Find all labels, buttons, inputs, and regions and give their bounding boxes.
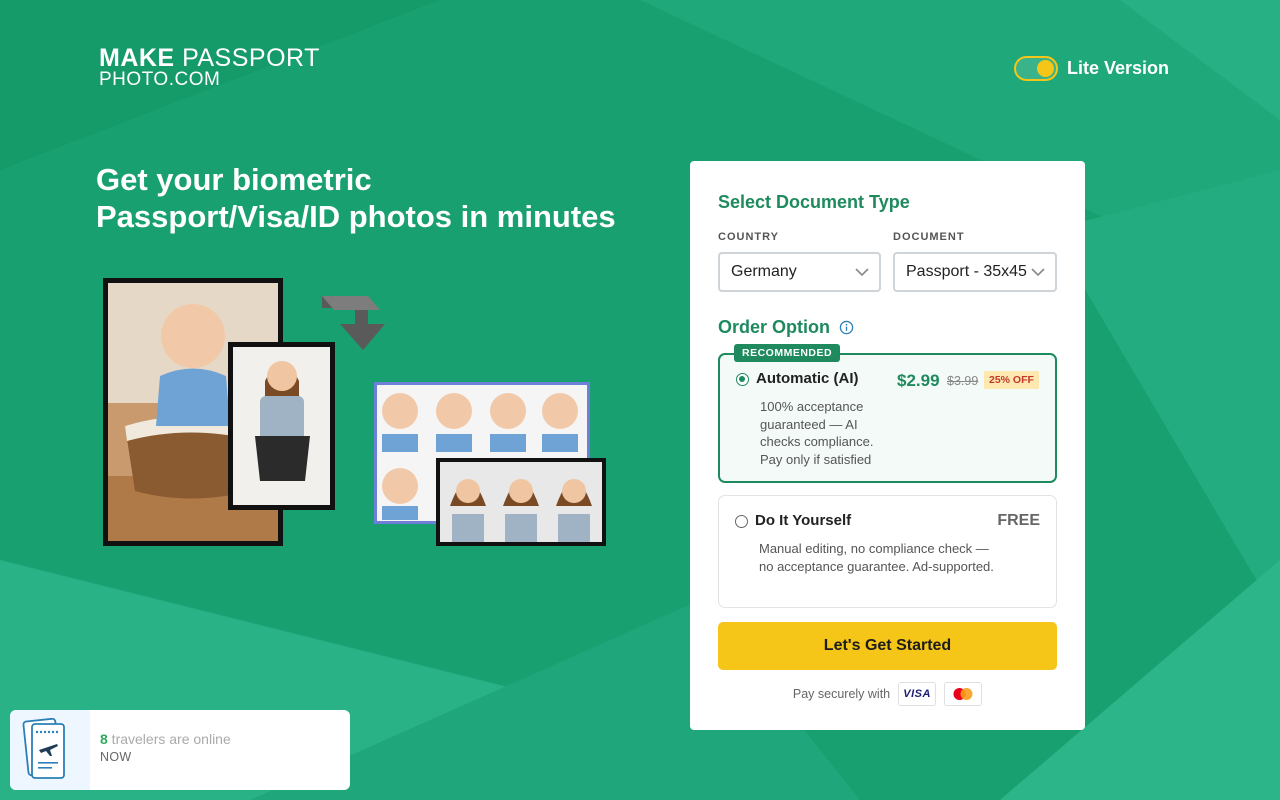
travelers-count: 8 [100, 731, 108, 747]
payment-methods: Pay securely with VISA [690, 682, 1085, 706]
radio-automatic[interactable] [736, 373, 749, 386]
online-travelers-toast: 8 travelers are online NOW [10, 710, 350, 790]
option-automatic-ai[interactable]: RECOMMENDED Automatic (AI) 100% acceptan… [718, 344, 1057, 483]
document-selection-card: Select Document Type COUNTRY Germany DOC… [690, 161, 1085, 730]
visa-icon: VISA [898, 682, 937, 706]
option-name: Automatic (AI) [756, 370, 859, 387]
option-description: Manual editing, no compliance check — no… [759, 541, 994, 574]
boarding-pass-icon [22, 718, 65, 779]
logo-text-line1: MAKE PASSPORT [99, 44, 320, 72]
mastercard-icon [944, 682, 983, 706]
document-value: Passport - 35x45 [906, 263, 1027, 280]
hero-title: Get your biometric Passport/Visa/ID phot… [96, 161, 656, 235]
get-started-button[interactable]: Let's Get Started [718, 622, 1057, 670]
toggle-switch[interactable] [1014, 56, 1058, 81]
country-value: Germany [731, 263, 797, 280]
toast-icon-box [10, 710, 90, 790]
site-logo[interactable]: MAKE PASSPORT PHOTO.COM [99, 44, 320, 90]
option-price: $2.99 [897, 371, 940, 390]
travelers-online-text: 8 travelers are online [100, 731, 231, 747]
document-label: DOCUMENT [893, 231, 965, 243]
chevron-down-icon [1031, 267, 1045, 277]
hero-title-line1: Get your biometric [96, 162, 372, 197]
lite-version-toggle[interactable]: Lite Version [1014, 56, 1169, 81]
pay-securely-label: Pay securely with [792, 687, 891, 701]
card-title: Select Document Type [718, 192, 910, 212]
option-name: Do It Yourself [755, 512, 852, 529]
hero-illustration [103, 278, 606, 546]
toast-timestamp: NOW [100, 750, 132, 764]
discount-badge: 25% OFF [984, 371, 1039, 389]
option-price: FREE [997, 512, 1040, 529]
recommended-badge: RECOMMENDED [734, 344, 841, 362]
chevron-down-icon [855, 268, 869, 277]
document-select[interactable]: Passport - 35x45 [893, 252, 1057, 292]
hero-title-line2: Passport/Visa/ID photos in minutes [96, 199, 616, 234]
country-select[interactable]: Germany [718, 252, 881, 292]
country-label: COUNTRY [718, 231, 779, 243]
option-description: 100% acceptance guaranteed — AI checks c… [760, 399, 874, 467]
toggle-knob [1037, 60, 1054, 77]
order-option-label: Order Option [718, 317, 830, 337]
logo-text-line2: PHOTO.COM [99, 69, 221, 90]
option-do-it-yourself[interactable]: Do It Yourself Manual editing, no compli… [718, 495, 1057, 608]
order-option-title: Order Option [718, 317, 854, 338]
option-old-price: $3.99 [947, 374, 979, 388]
lite-version-label: Lite Version [1067, 58, 1170, 78]
info-icon[interactable] [839, 320, 854, 335]
radio-diy[interactable] [735, 515, 748, 528]
